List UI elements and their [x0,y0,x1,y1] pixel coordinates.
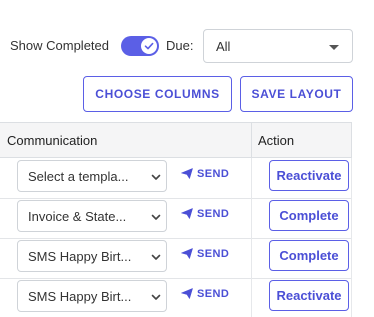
column-divider [251,158,252,198]
chevron-down-icon [151,174,161,180]
column-divider [251,238,252,278]
paper-plane-icon [181,288,193,299]
paper-plane-icon [181,208,193,219]
header-communication: Communication [7,133,98,148]
send-label: SEND [197,288,230,300]
show-completed-label: Show Completed [10,38,109,53]
complete-button[interactable]: Complete [269,240,349,271]
column-divider [251,278,252,317]
show-completed-toggle[interactable] [121,36,159,56]
template-select[interactable]: Select a templa... [17,160,167,192]
complete-button[interactable]: Complete [269,200,349,231]
reactivate-button[interactable]: Reactivate [269,280,349,311]
template-select-value: SMS Happy Birt... [28,289,132,304]
send-label: SEND [197,168,230,180]
template-select[interactable]: SMS Happy Birt... [17,280,167,312]
row-edge [351,198,352,238]
paper-plane-icon [181,248,193,259]
row-edge [351,158,352,198]
template-select-value: SMS Happy Birt... [28,249,132,264]
due-select[interactable]: All [203,29,353,63]
tasks-table: Communication Action Select a templa... … [0,122,353,317]
template-select-value: Select a templa... [28,169,129,184]
send-button[interactable]: SEND [181,208,229,220]
table-row: SMS Happy Birt... SEND Reactivate [0,278,352,317]
send-button[interactable]: SEND [181,288,229,300]
send-button[interactable]: SEND [181,248,229,260]
reactivate-button[interactable]: Reactivate [269,160,349,191]
table-header: Communication Action [0,122,352,158]
table-row: Invoice & State... SEND Complete [0,198,352,239]
filters-bar: Show Completed Due: All [0,29,374,63]
chevron-down-icon [151,294,161,300]
paper-plane-icon [181,168,193,179]
template-select[interactable]: SMS Happy Birt... [17,240,167,272]
chevron-down-icon [151,254,161,260]
toggle-knob [141,38,157,54]
due-label: Due: [166,38,194,53]
save-layout-button[interactable]: SAVE LAYOUT [240,76,353,112]
table-row: Select a templa... SEND Reactivate [0,158,352,199]
template-select-value: Invoice & State... [28,209,127,224]
due-select-value: All [216,39,231,54]
table-row: SMS Happy Birt... SEND Complete [0,238,352,279]
choose-columns-button[interactable]: CHOOSE COLUMNS [83,76,232,112]
send-label: SEND [197,208,230,220]
chevron-down-icon [151,214,161,220]
header-divider [251,123,252,158]
send-button[interactable]: SEND [181,168,229,180]
row-edge [351,278,352,317]
header-action: Action [258,133,295,148]
check-icon [144,42,154,50]
column-divider [251,198,252,238]
row-edge [351,238,352,278]
template-select[interactable]: Invoice & State... [17,200,167,232]
send-label: SEND [197,248,230,260]
caret-down-icon [329,45,339,50]
